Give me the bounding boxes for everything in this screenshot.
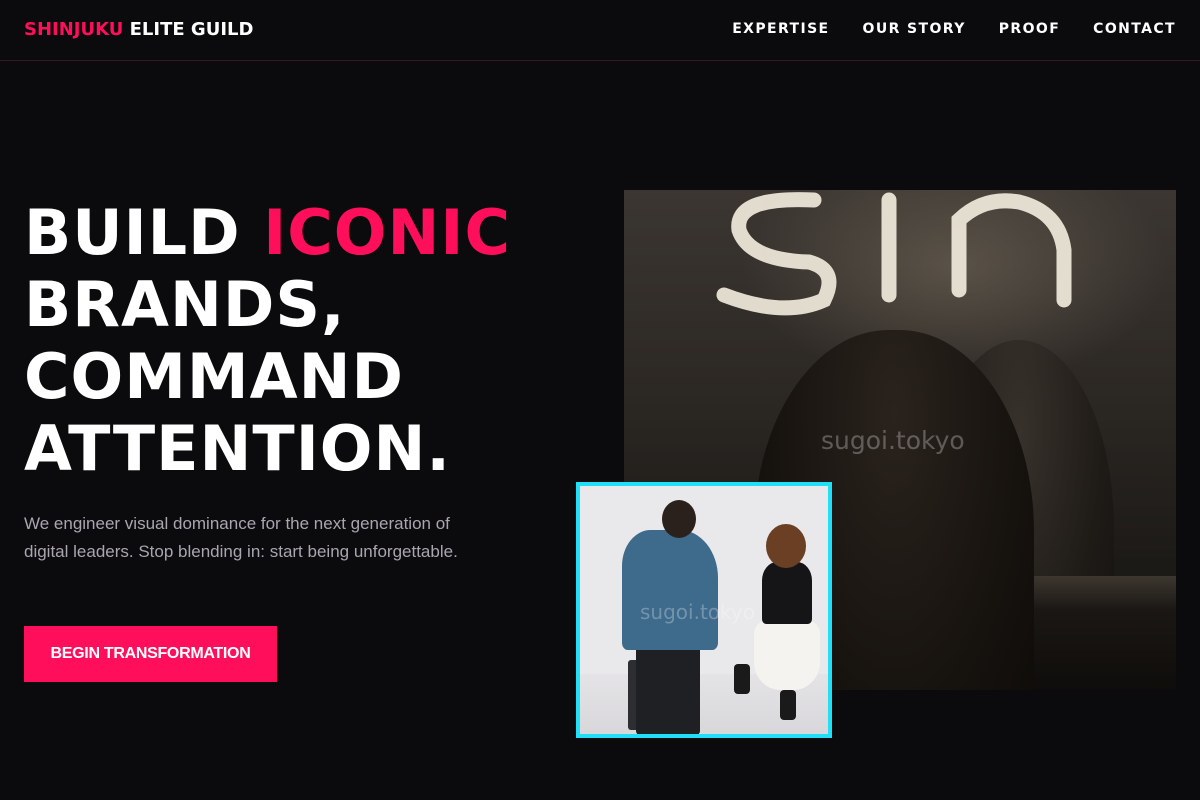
site-header: SHINJUKU ELITE GUILD EXPERTISE OUR STORY… bbox=[0, 0, 1200, 61]
hero-title-line4: ATTENTION. bbox=[24, 412, 451, 485]
inset-photo-model-boot bbox=[780, 690, 796, 720]
inset-photo-model-boot bbox=[734, 664, 750, 694]
hero-subtitle: We engineer visual dominance for the nex… bbox=[24, 514, 458, 561]
nav-item-contact[interactable]: CONTACT bbox=[1093, 21, 1176, 37]
inset-photo-photographer-head bbox=[662, 500, 696, 538]
brand-logo-rest: ELITE GUILD bbox=[123, 18, 254, 40]
main-nav: EXPERTISE OUR STORY PROOF CONTACT bbox=[732, 21, 1176, 37]
begin-transformation-button[interactable]: BEGIN TRANSFORMATION bbox=[24, 626, 277, 682]
inset-photo-photographer-shirt bbox=[622, 530, 718, 650]
hero-title-build: BUILD bbox=[24, 196, 264, 269]
hero-title-line3: COMMAND bbox=[24, 340, 404, 413]
hero-title: BUILD ICONIC BRANDS, COMMAND ATTENTION. bbox=[24, 197, 604, 485]
hero-title-line2: BRANDS, bbox=[24, 268, 346, 341]
main-photo-watermark: sugoi.tokyo bbox=[821, 426, 965, 455]
neon-sign-graphic bbox=[716, 192, 1072, 316]
nav-item-expertise[interactable]: EXPERTISE bbox=[732, 21, 829, 37]
nav-item-proof[interactable]: PROOF bbox=[999, 21, 1060, 37]
inset-photo-watermark: sugoi.tokyo bbox=[640, 600, 755, 624]
hero-title-line1: BUILD ICONIC bbox=[24, 196, 511, 269]
inset-photo-model-skirt bbox=[754, 620, 820, 690]
inset-photo-photographer-legs bbox=[636, 645, 700, 734]
nav-item-our-story[interactable]: OUR STORY bbox=[863, 21, 966, 37]
brand-logo[interactable]: SHINJUKU ELITE GUILD bbox=[24, 19, 253, 40]
inset-photo-model-head bbox=[766, 524, 806, 568]
hero-title-highlight: ICONIC bbox=[263, 196, 511, 269]
brand-logo-accent: SHINJUKU bbox=[24, 18, 124, 40]
hero-inset-photo: sugoi.tokyo bbox=[576, 482, 832, 738]
inset-photo-model-jacket bbox=[762, 562, 812, 624]
inset-photo-model bbox=[730, 524, 828, 724]
